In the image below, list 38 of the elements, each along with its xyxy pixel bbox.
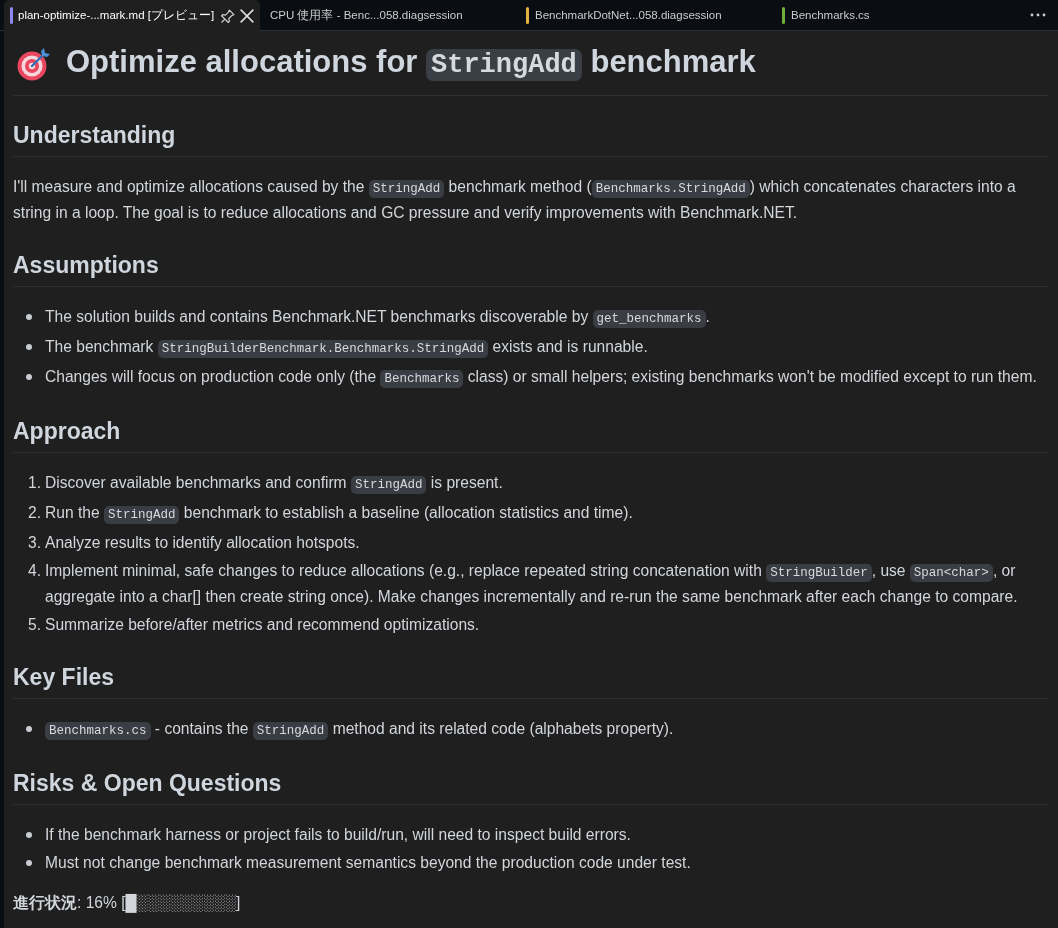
editor-tab[interactable]: Benchmarks.cs: [772, 0, 1028, 30]
section-heading: Approach: [13, 416, 1048, 453]
editor-tab[interactable]: BenchmarkDotNet...058.diagsession: [516, 0, 772, 30]
list-number: 3.: [27, 533, 42, 553]
section-heading: Risks & Open Questions: [13, 768, 1048, 805]
section-heading: Key Files: [13, 662, 1048, 699]
list-item-text: Implement minimal, safe changes to reduce allocations (e.g., replace repeated string concatenation with StringBuilder , use Span<char> , or aggregate into a char[] then create string once). Make changes incrementally and re-run the same benchmark after each change to compare.: [45, 561, 1019, 607]
editor-tab[interactable]: CPU 使用率 - Benc...058.diagsession: [260, 0, 516, 30]
list-number: 1.: [27, 473, 42, 493]
list-number: 2.: [27, 503, 42, 523]
list-item-text: Summarize before/after metrics and recommend optimizations.: [45, 615, 481, 635]
bullet-icon: [26, 726, 32, 732]
bullet-icon: [26, 344, 32, 350]
target-icon: [17, 46, 51, 81]
bullet-icon: [26, 314, 32, 320]
pin-icon[interactable]: [221, 8, 235, 23]
progress-status: 進行状況: 16% [█░░░░░░░░░]: [13, 893, 242, 915]
document-title: Optimize allocations for StringAdd benchmark: [66, 43, 756, 83]
section-heading: Understanding: [13, 120, 1048, 157]
list-item-text: Discover available benchmarks and confirm StringAdd is present.: [45, 473, 504, 496]
paragraph: I'll measure and optimize allocations caused by the StringAdd benchmark method ( Benchmarks.StringAdd ) which concatenates characters into a string in a loop. The goal is to reduce allocations and GC pressure and verify improvements with Benchmark.NET.: [13, 177, 1017, 223]
close-icon[interactable]: [240, 8, 254, 23]
list-item-text: Run the StringAdd benchmark to establish a baseline (allocation statistics and time).: [45, 503, 634, 526]
list-item-text: If the benchmark harness or project fails to build/run, will need to inspect build errors.: [45, 825, 632, 845]
list-item-text: Changes will focus on production code only (the Benchmarks class) or small helpers; existing benchmarks won't be modified except to run them.: [45, 367, 1038, 390]
editor-tab[interactable]: plan-optimize-...mark.md [プレビュー]: [4, 0, 260, 31]
list-number: 4.: [27, 561, 42, 581]
section-heading: Assumptions: [13, 250, 1048, 287]
list-item-text: The benchmark StringBuilderBenchmark.Benchmarks.StringAdd exists and is runnable.: [45, 337, 649, 360]
list-item-text: Analyze results to identify allocation hotspots.: [45, 533, 361, 553]
list-item-text: The solution builds and contains Benchmark.NET benchmarks discoverable by get_benchmarks .: [45, 307, 711, 330]
bullet-icon: [26, 832, 32, 838]
bullet-icon: [26, 374, 32, 380]
list-number: 5.: [27, 615, 42, 635]
bullet-icon: [26, 860, 32, 866]
list-item-text: Must not change benchmark measurement semantics beyond the production code under test.: [45, 853, 692, 873]
list-item-text: Benchmarks.cs - contains the StringAdd method and its related code (alphabets property).: [45, 717, 1048, 743]
more-icon[interactable]: [1030, 13, 1046, 17]
